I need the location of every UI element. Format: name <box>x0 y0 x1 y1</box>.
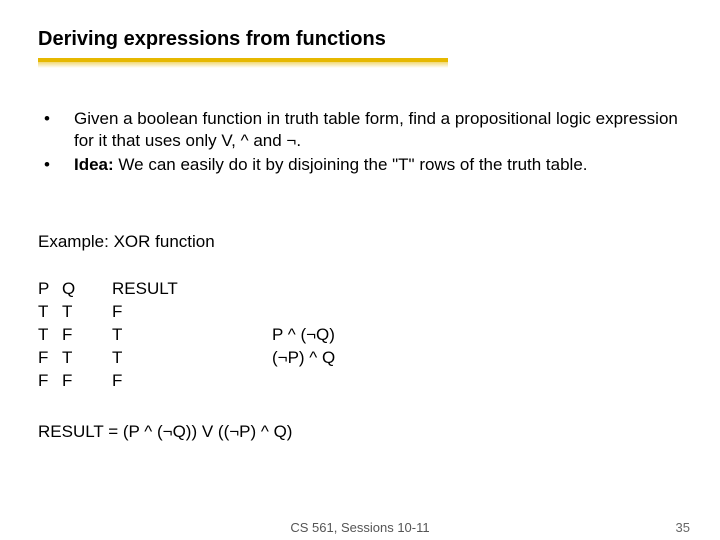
bullet-text: Idea: We can easily do it by disjoining … <box>74 154 678 176</box>
col-header-q: Q <box>62 278 112 301</box>
table-header-row: P Q RESULT <box>38 278 472 301</box>
truth-table: P Q RESULT T T F T F T P ^ (¬Q) F T T (¬… <box>38 278 472 393</box>
cell-q: T <box>62 347 112 370</box>
bullet-text: Given a boolean function in truth table … <box>74 108 678 152</box>
cell-result: T <box>112 324 272 347</box>
bullet-item: • Idea: We can easily do it by disjoinin… <box>38 154 678 176</box>
bullet-marker: • <box>38 108 74 152</box>
bullet-marker: • <box>38 154 74 176</box>
example-label: Example: XOR function <box>38 232 215 252</box>
cell-result: F <box>112 301 272 324</box>
cell-q: F <box>62 324 112 347</box>
table-row: T F T P ^ (¬Q) <box>38 324 472 347</box>
bullet-item: • Given a boolean function in truth tabl… <box>38 108 678 152</box>
bullet-list: • Given a boolean function in truth tabl… <box>38 108 678 177</box>
table-row: T T F <box>38 301 472 324</box>
footer-page-number: 35 <box>676 520 690 535</box>
cell-p: T <box>38 324 62 347</box>
table-row: F T T (¬P) ^ Q <box>38 347 472 370</box>
cell-q: F <box>62 370 112 393</box>
footer-course: CS 561, Sessions 10-11 <box>290 520 429 535</box>
bullet-text-rest: We can easily do it by disjoining the "T… <box>114 155 588 174</box>
col-header-expr <box>272 278 472 301</box>
cell-result: F <box>112 370 272 393</box>
cell-result: T <box>112 347 272 370</box>
cell-expr: P ^ (¬Q) <box>272 324 472 347</box>
idea-label: Idea: <box>74 155 114 174</box>
cell-q: T <box>62 301 112 324</box>
cell-p: F <box>38 370 62 393</box>
table-row: F F F <box>38 370 472 393</box>
cell-p: T <box>38 301 62 324</box>
result-equation: RESULT = (P ^ (¬Q)) V ((¬P) ^ Q) <box>38 422 292 442</box>
title-underline <box>38 58 448 68</box>
col-header-p: P <box>38 278 62 301</box>
cell-expr: (¬P) ^ Q <box>272 347 472 370</box>
cell-expr <box>272 370 472 393</box>
cell-expr <box>272 301 472 324</box>
cell-p: F <box>38 347 62 370</box>
col-header-result: RESULT <box>112 278 272 301</box>
slide-title: Deriving expressions from functions <box>38 28 386 51</box>
slide: Deriving expressions from functions • Gi… <box>0 0 720 540</box>
underline-shadow <box>38 62 448 68</box>
